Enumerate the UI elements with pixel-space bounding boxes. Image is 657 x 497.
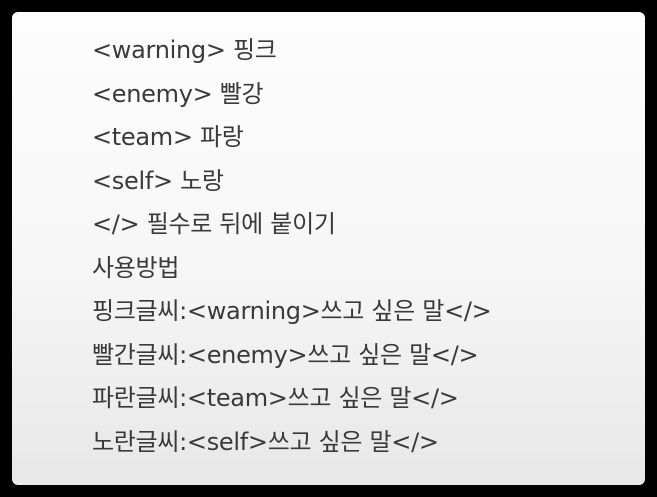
tag-team-line: <team> 파랑 [92, 123, 244, 151]
usage-pink-line: 핑크글씨:<warning>쓰고 싶은 말</> [92, 297, 492, 325]
instruction-list: <warning> 핑크 <enemy> 빨강 <team> 파랑 <self>… [92, 34, 492, 469]
tag-warning-line: <warning> 핑크 [92, 36, 277, 64]
tag-enemy-line: <enemy> 빨강 [92, 79, 264, 108]
usage-red-line: 빨간글씨:<enemy>쓰고 싶은 말</> [92, 340, 479, 369]
text-panel: <warning> 핑크 <enemy> 빨강 <team> 파랑 <self>… [12, 12, 645, 485]
usage-yellow-line: 노란글씨:<self>쓰고 싶은 말</> [92, 427, 439, 456]
tag-self-line: <self> 노랑 [92, 166, 224, 195]
closing-tag-line: </> 필수로 뒤에 붙이기 [92, 210, 336, 238]
usage-heading: 사용방법 [92, 253, 180, 282]
black-frame: <warning> 핑크 <enemy> 빨강 <team> 파랑 <self>… [0, 0, 657, 497]
usage-blue-line: 파란글씨:<team>쓰고 싶은 말</> [92, 384, 459, 412]
